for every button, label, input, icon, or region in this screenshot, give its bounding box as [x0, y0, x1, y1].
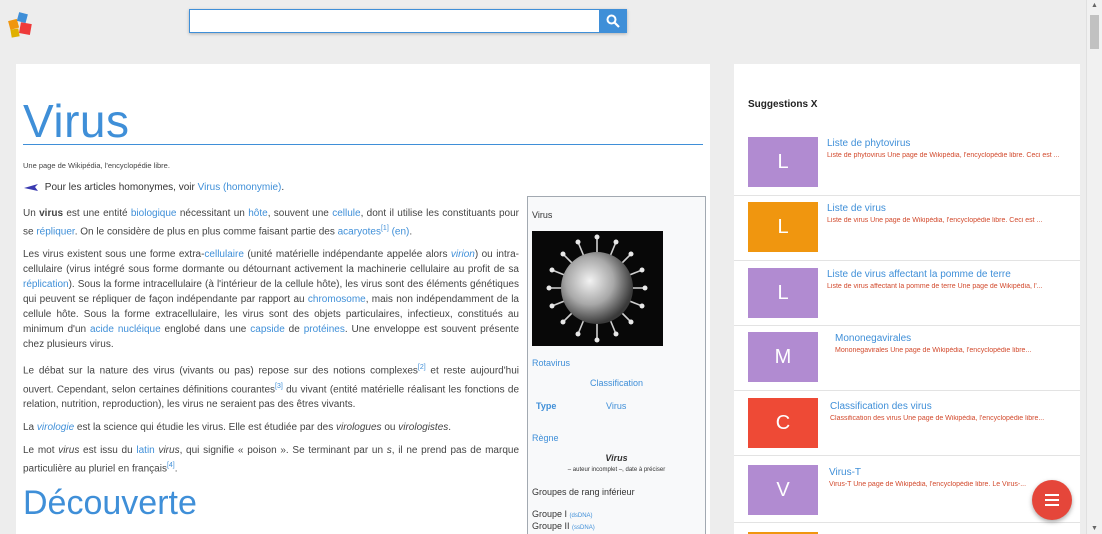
- suggestion-snippet: Classification des virus Une page de Wik…: [830, 415, 1045, 422]
- scrollbar-thumb[interactable]: [1090, 15, 1099, 49]
- homonymie-note: Pour les articles homonymes, voir Virus …: [23, 182, 284, 193]
- group-sub-link[interactable]: (ssDNA): [572, 525, 595, 531]
- suggestion-snippet: Liste de phytovirus Une page de Wikipédi…: [827, 152, 1060, 159]
- link-hote[interactable]: hôte: [248, 208, 267, 219]
- search-icon: [606, 14, 620, 28]
- infobox: Virus Rotavirus Classification Type Viru…: [527, 196, 706, 534]
- search-button[interactable]: [599, 9, 627, 33]
- article-title: Virus: [23, 95, 130, 147]
- suggestion-snippet: Virus-T Une page de Wikipédia, l'encyclo…: [829, 481, 1027, 488]
- search-bar: [189, 9, 627, 33]
- virus-image[interactable]: [532, 231, 663, 346]
- infobox-classification[interactable]: Classification: [528, 378, 705, 388]
- suggestion-title[interactable]: Liste de phytovirus: [827, 138, 910, 149]
- suggestion-tile: L: [748, 137, 818, 187]
- suggestion-title[interactable]: Virus-T: [829, 467, 861, 478]
- link-capside[interactable]: capside: [250, 324, 284, 335]
- hamburger-icon: [1045, 494, 1059, 506]
- link-virologie[interactable]: virologie: [37, 422, 74, 433]
- ref-2[interactable]: [2]: [418, 364, 426, 371]
- suggestion-snippet: Liste de virus affectant la pomme de ter…: [827, 283, 1043, 290]
- suggestion-item[interactable]: L Liste de virus Liste de virus Une page…: [734, 196, 1080, 261]
- infobox-group: Groupe II (ssDNA): [532, 521, 595, 531]
- link-virion[interactable]: virion: [451, 249, 475, 260]
- link-cellulaire[interactable]: cellulaire: [204, 249, 243, 260]
- infobox-group: Groupe I (dsDNA): [532, 509, 593, 519]
- suggestion-title[interactable]: Mononegavirales: [835, 333, 911, 344]
- suggestion-item[interactable]: M Mononegavirales Mononegavirales Une pa…: [734, 326, 1080, 391]
- group-sub-link[interactable]: (dsDNA): [570, 513, 593, 519]
- suggestion-tile: C: [748, 398, 818, 448]
- infobox-groups-label: Groupes de rang inférieur: [532, 487, 635, 497]
- suggestions-panel: Suggestions X L Liste de phytovirus List…: [734, 64, 1080, 534]
- menu-fab-button[interactable]: [1032, 480, 1072, 520]
- link-repliquer[interactable]: répliquer: [36, 226, 74, 237]
- link-latin[interactable]: latin: [136, 445, 154, 456]
- infobox-type-label[interactable]: Type: [536, 401, 556, 411]
- link-cellule[interactable]: cellule: [332, 208, 360, 219]
- homonymie-suffix: .: [281, 182, 285, 193]
- ref-3[interactable]: [3]: [275, 383, 283, 390]
- suggestion-snippet: Liste de virus Une page de Wikipédia, l'…: [827, 217, 1043, 224]
- article-card: Virus Une page de Wikipédia, l'encyclopé…: [16, 64, 710, 534]
- paragraph: Le mot virus est issu du latin virus, qu…: [23, 444, 520, 475]
- link-en[interactable]: (en): [392, 226, 410, 237]
- title-divider: [23, 144, 703, 145]
- suggestion-title[interactable]: Liste de virus: [827, 203, 886, 214]
- disambiguation-icon: [24, 183, 38, 191]
- suggestion-tile: L: [748, 268, 818, 318]
- paragraph: Les virus existent sous une forme extra-…: [23, 249, 520, 351]
- infobox-authority: – auteur incomplet –, date à préciser: [567, 467, 666, 473]
- suggestion-item[interactable]: C Classification des virus Classificatio…: [734, 391, 1080, 456]
- group-label: Groupe I: [532, 509, 568, 519]
- infobox-type-value[interactable]: Virus: [606, 401, 626, 411]
- paragraph: Un virus est une entité biologique néces…: [23, 208, 520, 238]
- suggestion-title[interactable]: Classification des virus: [830, 401, 932, 412]
- article-source-line: Une page de Wikipédia, l'encyclopédie li…: [23, 161, 170, 170]
- link-replication[interactable]: réplication: [23, 279, 69, 290]
- infobox-regne[interactable]: Règne: [532, 433, 559, 443]
- link-biologique[interactable]: biologique: [131, 208, 177, 219]
- suggestion-tile: V: [748, 465, 818, 515]
- link-proteines[interactable]: protéines: [304, 324, 345, 335]
- infobox-title: Virus: [532, 210, 553, 220]
- infobox-taxon: Virus: [605, 453, 628, 463]
- suggestion-item[interactable]: L Liste de virus affectant la pomme de t…: [734, 261, 1080, 326]
- link-acide-nucleique[interactable]: acide nucléique: [90, 324, 161, 335]
- link-chromosome[interactable]: chromosome: [308, 294, 366, 305]
- homonymie-link[interactable]: Virus (homonymie): [198, 182, 282, 193]
- link-acaryotes[interactable]: acaryotes: [338, 226, 381, 237]
- paragraph: La virologie est la science qui étudie l…: [23, 421, 452, 433]
- homonymie-prefix: Pour les articles homonymes, voir: [44, 182, 198, 193]
- section-heading: Découverte: [23, 484, 197, 522]
- ref-4[interactable]: [4]: [167, 462, 175, 469]
- group-label: Groupe II: [532, 521, 570, 531]
- paragraph: Le débat sur la nature des virus (vivant…: [23, 364, 520, 410]
- suggestion-title[interactable]: Liste de virus affectant la pomme de ter…: [827, 269, 1011, 280]
- suggestion-tile: M: [748, 332, 818, 382]
- page-scrollbar[interactable]: ▲ ▼: [1086, 0, 1102, 534]
- infobox-caption[interactable]: Rotavirus: [532, 358, 570, 368]
- suggestion-item[interactable]: L Liste de phytovirus Liste de phytoviru…: [734, 131, 1080, 196]
- app-logo[interactable]: [8, 12, 34, 38]
- scroll-up-icon[interactable]: ▲: [1087, 2, 1102, 9]
- suggestion-snippet: Mononegavirales Une page de Wikipédia, l…: [835, 347, 1032, 354]
- scroll-down-icon[interactable]: ▼: [1087, 525, 1102, 532]
- suggestion-tile: L: [748, 202, 818, 252]
- ref-1[interactable]: [1]: [381, 225, 389, 232]
- suggestion-item[interactable]: V Virus-T Virus-T Une page de Wikipédia,…: [734, 458, 1080, 523]
- suggestions-title[interactable]: Suggestions X: [748, 99, 817, 110]
- search-input[interactable]: [189, 9, 599, 33]
- article-body: Un virus est une entité biologique néces…: [23, 206, 519, 484]
